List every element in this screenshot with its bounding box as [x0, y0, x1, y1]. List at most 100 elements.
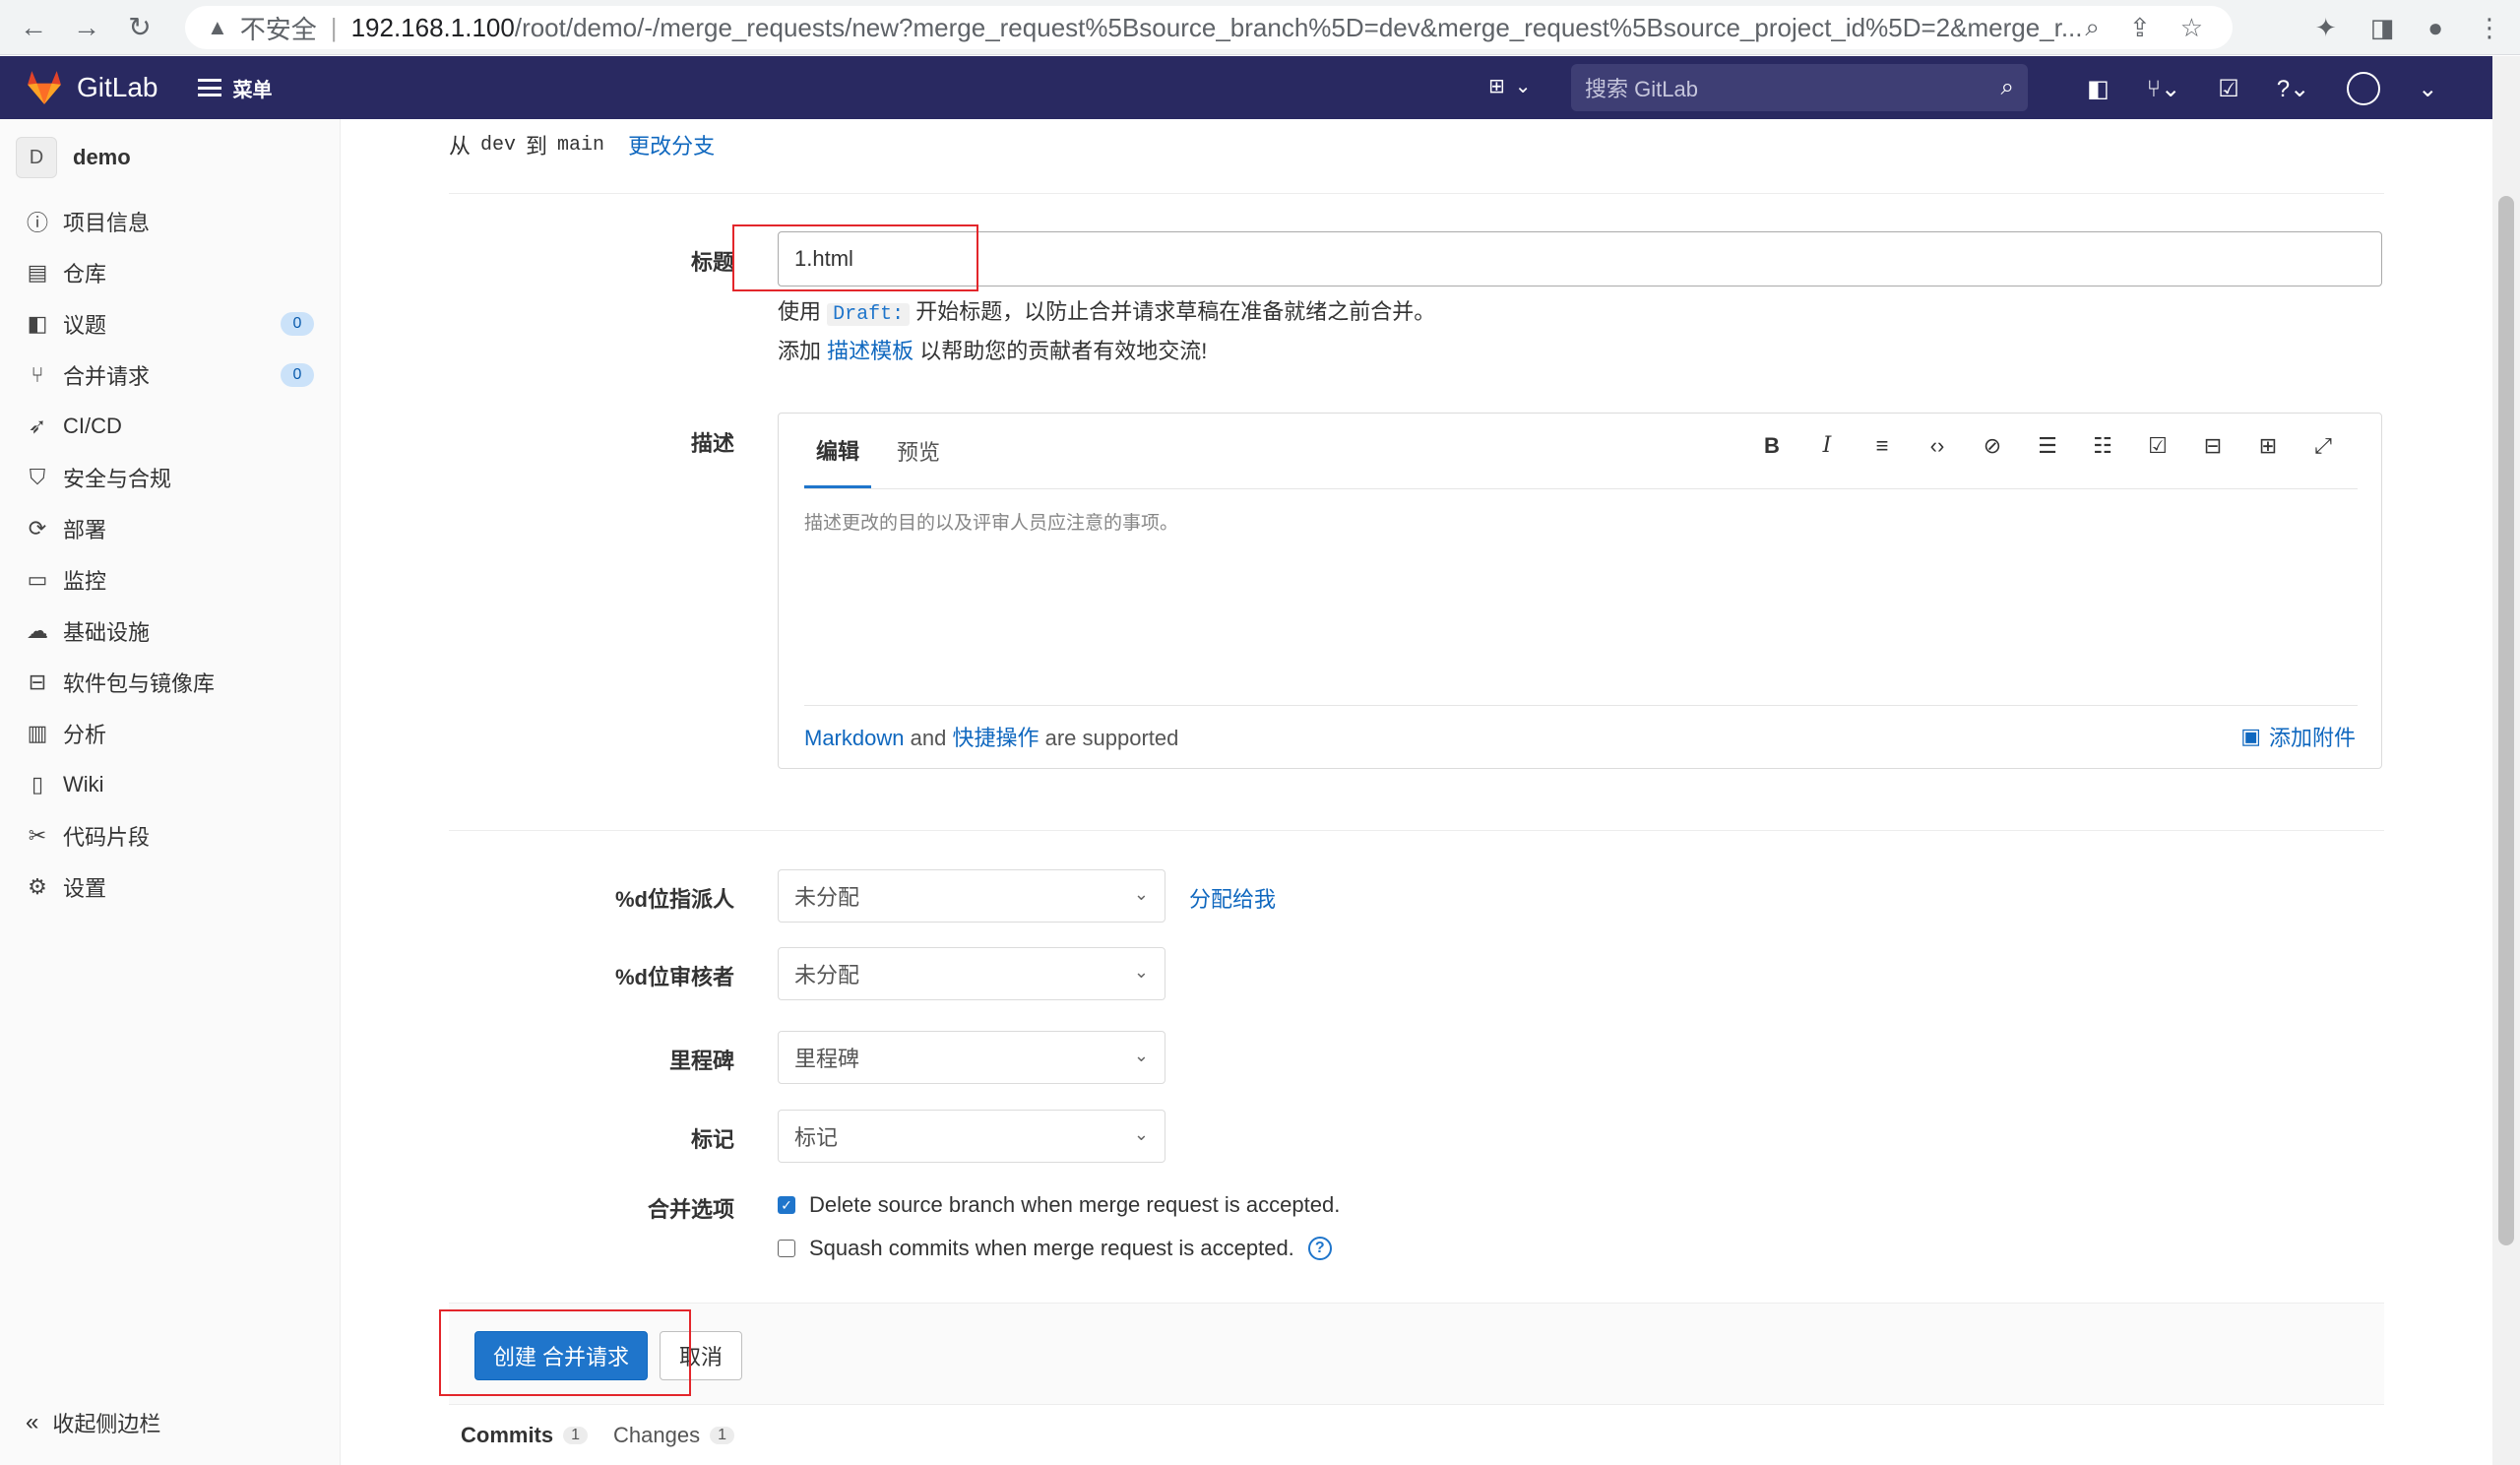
task-list-icon[interactable]: ☑	[2145, 433, 2171, 459]
star-icon[interactable]: ☆	[2180, 13, 2203, 43]
browser-menu-icon[interactable]: ⋮	[2477, 13, 2502, 43]
bold-icon[interactable]: B	[1759, 433, 1785, 459]
table-icon[interactable]: ⊞	[2255, 433, 2281, 459]
profile-icon[interactable]: ●	[2427, 13, 2443, 43]
book-icon: ▯	[31, 772, 44, 796]
page-scrollbar[interactable]	[2492, 56, 2520, 1465]
sidebar-item-10[interactable]: ⊟ 软件包与镜像库	[0, 657, 340, 708]
title-input[interactable]: 1.html	[778, 231, 2382, 287]
link-icon[interactable]: ⊘	[1980, 433, 2005, 459]
scissors-icon: ✂	[28, 823, 47, 848]
user-avatar[interactable]	[2347, 72, 2381, 105]
count-badge: 0	[281, 312, 314, 336]
sidebar-item-8[interactable]: ▭ 监控	[0, 554, 340, 605]
quote-icon[interactable]: ≡	[1869, 433, 1895, 459]
branch-info: 从 dev 到 main 更改分支	[449, 129, 715, 160]
menu-button[interactable]: 菜单	[197, 74, 273, 102]
mr-tabs: Commits 1 Changes 1	[461, 1423, 735, 1448]
forward-icon[interactable]: →	[67, 8, 106, 47]
search-input[interactable]: 搜索 GitLab ⌕	[1571, 64, 2028, 111]
sidebar-item-7[interactable]: ⟳ 部署	[0, 503, 340, 554]
hamburger-icon	[197, 79, 221, 96]
from-text: 从	[449, 134, 472, 159]
target-branch: main	[557, 133, 605, 157]
help-icon[interactable]: ?⌄	[2277, 75, 2309, 103]
sidebar-item-12[interactable]: ▯ Wiki	[0, 759, 340, 810]
zoom-icon[interactable]: ⌕	[2085, 12, 2100, 43]
sidebar-item-9[interactable]: ☁ 基础设施	[0, 605, 340, 657]
bullet-list-icon[interactable]: ☰	[2035, 433, 2060, 459]
sidebar-item-label: 议题	[63, 313, 107, 338]
numbered-list-icon[interactable]: ☷	[2090, 433, 2115, 459]
package-icon: ⊟	[28, 669, 47, 694]
form-actions: 创建 合并请求 取消	[449, 1303, 2384, 1405]
scrollbar-thumb[interactable]	[2498, 196, 2514, 1245]
sidebar-item-11[interactable]: ▥ 分析	[0, 708, 340, 759]
extensions-icon[interactable]: ✦	[2315, 13, 2337, 43]
tab-commits[interactable]: Commits 1	[461, 1423, 589, 1448]
sidebar-item-14[interactable]: ⚙ 设置	[0, 861, 340, 913]
markdown-footer: Markdown and 快捷操作 are supported	[804, 726, 1179, 750]
sidebar-item-13[interactable]: ✂ 代码片段	[0, 810, 340, 861]
sidebar-item-3[interactable]: ◧ 议题 0	[0, 298, 340, 350]
sidebar-item-1[interactable]: ⓘ 项目信息	[0, 196, 340, 247]
attach-file-button[interactable]: ▣ 添加附件	[2240, 721, 2356, 752]
url-text[interactable]: 192.168.1.100/root/demo/-/merge_requests…	[351, 13, 2084, 43]
address-bar[interactable]: ▲ 不安全 | 192.168.1.100/root/demo/-/merge_…	[185, 6, 2233, 49]
squash-commits-option[interactable]: Squash commits when merge request is acc…	[778, 1236, 1332, 1261]
tab-edit[interactable]: 编辑	[804, 414, 872, 488]
collapsible-icon[interactable]: ⊟	[2200, 433, 2226, 459]
sidebar-item-6[interactable]: ⛉ 安全与合规	[0, 452, 340, 503]
tab-preview[interactable]: 预览	[897, 414, 952, 488]
todo-icon[interactable]: ☑	[2218, 75, 2239, 103]
help-question-icon[interactable]: ?	[1307, 1237, 1332, 1260]
labels-select[interactable]: 标记 ⌄	[778, 1110, 1166, 1163]
assignee-select[interactable]: 未分配 ⌄	[778, 869, 1166, 923]
sidebar-item-5[interactable]: ➶ CI/CD	[0, 401, 340, 452]
search-icon: ⌕	[2000, 74, 2014, 100]
change-branch-link[interactable]: 更改分支	[628, 129, 715, 160]
collapse-sidebar-button[interactable]: « 收起侧边栏	[0, 1380, 341, 1465]
delete-branch-checkbox[interactable]: ✓	[778, 1196, 795, 1214]
project-header[interactable]: D demo	[0, 119, 340, 196]
share-icon[interactable]: ⇪	[2129, 13, 2151, 43]
sidebar-item-2[interactable]: ▤ 仓库	[0, 247, 340, 298]
side-panel-icon[interactable]: ◨	[2370, 13, 2395, 43]
sidebar-item-4[interactable]: ⑂ 合并请求 0	[0, 350, 340, 401]
assign-to-me-link[interactable]: 分配给我	[1189, 882, 1276, 914]
chevron-down-icon[interactable]: ⌄	[2418, 75, 2437, 103]
reviewer-select[interactable]: 未分配 ⌄	[778, 947, 1166, 1000]
divider	[449, 830, 2384, 831]
quick-actions-link[interactable]: 快捷操作	[952, 726, 1039, 750]
sidebar-item-label: 安全与合规	[63, 467, 172, 491]
sidebar-item-label: 代码片段	[63, 825, 151, 850]
gitlab-topbar: GitLab 菜单 ⊞ ⌄ 搜索 GitLab ⌕ ◧ ⑂⌄ ☑ ?⌄ ⌄	[0, 56, 2492, 119]
description-textarea[interactable]: 描述更改的目的以及评审人员应注意的事项。	[804, 508, 1178, 535]
sidebar-item-label: 合并请求	[63, 364, 151, 389]
issues-top-icon[interactable]: ◧	[2087, 75, 2110, 103]
new-item-dropdown[interactable]: ⊞ ⌄	[1488, 74, 1532, 98]
merge-requests-top-icon[interactable]: ⑂⌄	[2147, 75, 2181, 103]
gitlab-logo[interactable]: GitLab	[26, 70, 158, 105]
sidebar-item-label: 监控	[63, 569, 107, 594]
delete-source-branch-option[interactable]: ✓ Delete source branch when merge reques…	[778, 1192, 1340, 1218]
fullscreen-icon[interactable]: ⤢	[2310, 433, 2336, 459]
squash-checkbox[interactable]	[778, 1240, 795, 1257]
description-editor: 编辑 预览 B I ≡ ‹› ⊘ ☰ ☷ ☑ ⊟ ⊞ ⤢ 描述更改的目的以及评审…	[778, 413, 2382, 769]
draft-code: Draft:	[827, 303, 911, 326]
sidebar-item-label: 基础设施	[63, 620, 151, 645]
reload-icon[interactable]: ↻	[120, 8, 159, 47]
count-badge: 1	[563, 1427, 589, 1444]
logo-text: GitLab	[77, 72, 158, 102]
tab-changes[interactable]: Changes 1	[613, 1423, 735, 1448]
description-template-link[interactable]: 描述模板	[827, 339, 914, 363]
merge-icon: ⑂	[31, 362, 44, 387]
milestone-select[interactable]: 里程碑 ⌄	[778, 1031, 1166, 1084]
double-chevron-left-icon: «	[26, 1409, 39, 1435]
sidebar-item-label: CI/CD	[63, 414, 122, 438]
back-icon[interactable]: ←	[14, 8, 53, 47]
italic-icon[interactable]: I	[1814, 433, 1840, 459]
markdown-link[interactable]: Markdown	[804, 726, 904, 750]
sidebar-item-label: 部署	[63, 518, 107, 542]
code-icon[interactable]: ‹›	[1924, 433, 1950, 459]
